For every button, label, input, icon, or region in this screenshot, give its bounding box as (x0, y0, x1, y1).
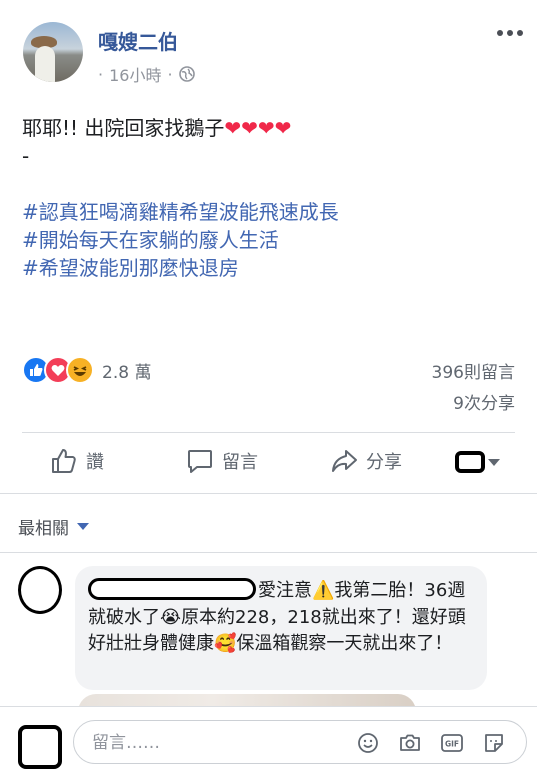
share-count[interactable]: 9次分享 (432, 389, 515, 420)
gif-icon[interactable]: GIF (440, 731, 464, 755)
meta-dot-2: · (167, 64, 173, 84)
author-avatar[interactable] (23, 22, 83, 82)
haha-reaction-icon (66, 356, 94, 384)
comment-input[interactable] (92, 731, 352, 755)
share-button[interactable]: 分享 (330, 447, 402, 475)
comment-composer: GIF (0, 706, 537, 773)
emoji-icon[interactable] (356, 731, 380, 755)
share-label: 分享 (366, 452, 402, 473)
like-button[interactable]: 讚 (50, 447, 104, 475)
more-dot (517, 30, 523, 36)
post-text-line-2: - (22, 144, 30, 168)
post-text-line-1: 耶耶!! 出院回家找鵝子❤❤❤❤ (22, 114, 522, 142)
thumbs-up-icon (52, 449, 76, 473)
post-header: 嘎嫂二伯 · 16小時 · (0, 0, 537, 100)
divider (0, 552, 537, 553)
chevron-down-icon (77, 523, 89, 530)
meta-dot: · (98, 64, 104, 84)
comment-label: 留言 (222, 452, 258, 473)
post-time[interactable]: 16小時 (109, 62, 161, 86)
redacted-avatar-box[interactable] (455, 451, 485, 473)
post-spacer (22, 170, 522, 198)
like-label: 讚 (86, 452, 104, 473)
more-options-icon[interactable] (497, 30, 523, 36)
post-meta: · 16小時 · (98, 62, 195, 86)
hearts-emoji: ❤❤❤❤ (224, 116, 292, 140)
sort-label: 最相關 (18, 519, 69, 539)
commenter-avatar-redacted[interactable] (18, 566, 62, 614)
comment-count[interactable]: 396則留言 (432, 358, 515, 389)
divider (0, 493, 537, 494)
hashtag-link[interactable]: #開始每天在家躺的廢人生活 (22, 226, 522, 254)
post-text-main: 耶耶!! 出院回家找鵝子 (22, 116, 225, 140)
comment-icon (188, 450, 212, 473)
post-body: 耶耶!! 出院回家找鵝子❤❤❤❤ - #認真狂喝滴雞精希望波能飛速成長 #開始每… (22, 114, 522, 282)
post-stats: 396則留言 9次分享 (432, 358, 515, 420)
comment-button[interactable]: 留言 (186, 447, 258, 475)
more-dot (507, 30, 513, 36)
commenter-name-redacted[interactable] (88, 578, 256, 600)
reactions-summary[interactable]: 2.8 萬 (22, 356, 151, 384)
comment-sort-dropdown[interactable]: 最相關 (18, 514, 89, 539)
avatar-person-shape (35, 46, 55, 82)
sticker-icon[interactable] (482, 731, 506, 755)
svg-text:GIF: GIF (445, 740, 459, 749)
hashtag-link[interactable]: #認真狂喝滴雞精希望波能飛速成長 (22, 198, 522, 226)
comment-input-box[interactable]: GIF (73, 720, 527, 764)
reaction-count: 2.8 萬 (102, 362, 152, 383)
share-icon (332, 450, 357, 472)
globe-icon[interactable] (178, 66, 195, 82)
camera-icon[interactable] (398, 731, 422, 755)
my-avatar-redacted (18, 725, 62, 769)
more-dot (497, 30, 503, 36)
chevron-down-icon[interactable] (488, 459, 500, 466)
author-name[interactable]: 嘎嫂二伯 (98, 26, 178, 55)
action-bar: 讚 留言 分享 (0, 433, 537, 493)
hashtag-link[interactable]: #希望波能別那麼快退房 (22, 254, 522, 282)
